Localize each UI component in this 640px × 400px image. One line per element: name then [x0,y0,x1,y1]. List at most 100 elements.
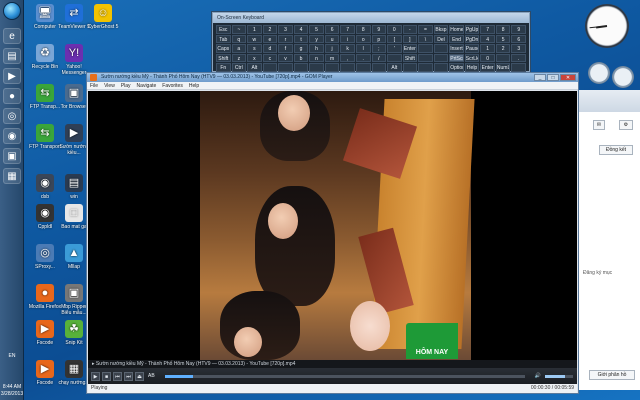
osk-key[interactable]: c [262,53,278,62]
osk-key[interactable]: f [278,44,293,53]
tray-time[interactable]: 8:44 AM [0,384,24,391]
close-button[interactable]: ✕ [560,74,576,81]
osk-key[interactable] [262,63,278,72]
next-button[interactable]: ⏭ [124,371,133,381]
osk-key[interactable]: PrtScn [449,53,464,62]
osk-key[interactable]: 7 [340,25,355,34]
seek-bar[interactable] [164,374,525,378]
previous-button[interactable]: ⏮ [113,371,122,381]
osk-key[interactable]: . [511,53,526,62]
osk-key[interactable]: o [355,34,371,43]
menu-item-favorites[interactable]: Favorites [162,82,183,89]
osk-key[interactable]: 1 [247,25,262,34]
osk-key[interactable] [418,53,433,62]
osk-key[interactable]: k [340,44,355,53]
ie-icon[interactable]: e [3,28,21,44]
osk-key[interactable]: , [340,53,355,62]
taskbar-app-icon-3[interactable]: ▣ [3,148,21,164]
osk-key[interactable]: w [247,34,262,43]
osk-key[interactable] [278,63,293,72]
media-icon[interactable]: ▶ [3,68,21,84]
osk-key[interactable]: x [247,53,262,62]
video-area[interactable]: HÔM NAY [88,91,577,360]
open-file-button[interactable]: ⏏ [135,371,144,381]
osk-key[interactable]: g [293,44,309,53]
volume-slider[interactable] [545,374,573,378]
osk-key[interactable]: b [293,53,309,62]
osk-key[interactable] [418,44,433,53]
osk-key[interactable] [340,63,355,72]
menu-item-play[interactable]: Play [121,82,131,89]
osk-key[interactable]: Enter [402,44,418,53]
osk-key[interactable]: Tab [216,34,231,43]
osk-key[interactable] [293,63,309,72]
osk-key[interactable]: 8 [355,25,371,34]
osk-key[interactable] [433,53,449,62]
menu-item-view[interactable]: View [104,82,115,89]
menu-item-help[interactable]: Help [189,82,199,89]
menu-item-navigate[interactable]: Navigate [137,82,157,89]
osk-key[interactable]: ; [371,44,387,53]
stop-button[interactable]: ■ [102,371,111,381]
osk-key[interactable] [402,63,418,72]
osk-key[interactable]: z [231,53,247,62]
osk-key[interactable] [387,53,402,62]
osk-key[interactable]: ScrLk [464,53,480,62]
osk-key[interactable]: h [309,44,324,53]
browser-bottom-button[interactable]: Giới phân hồ [589,370,635,380]
menu-item-file[interactable]: File [90,82,98,89]
osk-key[interactable] [495,53,511,62]
osk-key[interactable]: NumLock [495,63,511,72]
osk-key[interactable]: p [371,34,387,43]
osk-key[interactable]: End [449,34,464,43]
osk-key[interactable]: 5 [495,34,511,43]
explorer-icon[interactable]: ▤ [3,48,21,64]
pause-button[interactable]: ▶ [91,371,100,381]
osk-key[interactable]: i [340,34,355,43]
volume-icon[interactable]: 🔊 [533,372,543,381]
osk-key[interactable]: 6 [324,25,340,34]
osk-key[interactable]: s [247,44,262,53]
osk-key[interactable]: - [402,25,418,34]
osk-key[interactable]: [ [387,34,402,43]
osk-key[interactable]: Options [449,63,464,72]
osk-key[interactable]: Fn [216,63,231,72]
osk-key[interactable]: 0 [387,25,402,34]
osk-key[interactable]: 7 [480,25,495,34]
osk-key[interactable] [324,63,340,72]
osk-key[interactable]: Esc [216,25,231,34]
osk-key[interactable]: 9 [511,25,526,34]
tray-date[interactable]: 3/28/2013 [0,391,24,398]
osk-key[interactable]: 6 [511,34,526,43]
osk-key[interactable]: a [231,44,247,53]
browser-icon-button[interactable]: ✉ [593,120,605,130]
media-player-window[interactable]: Sườn nướng kiều Mỹ - Thành Phố Hôm Nay (… [86,72,579,394]
osk-key[interactable]: Pause [464,44,480,53]
osk-key[interactable] [309,63,324,72]
osk-key[interactable]: Alt [387,63,402,72]
osk-key[interactable]: Home [449,25,464,34]
osk-key[interactable]: . [355,53,371,62]
osk-key[interactable]: PgDn [464,34,480,43]
osk-key[interactable]: 4 [480,34,495,43]
desktop-icon-cybershot[interactable]: ☺ CyberGhost 5 [86,4,120,30]
osk-key[interactable]: ] [402,34,418,43]
osk-key[interactable]: ' [387,44,402,53]
osk-key[interactable]: d [262,44,278,53]
minimize-button[interactable]: _ [534,74,546,81]
osk-key[interactable]: = [418,25,433,34]
osk-key[interactable]: Ctrl [231,63,247,72]
osk-key[interactable]: Enter [480,63,495,72]
osk-key[interactable]: \ [418,34,433,43]
osk-key[interactable]: m [324,53,340,62]
osk-key[interactable]: y [309,34,324,43]
taskbar-app-icon[interactable]: ◎ [3,108,21,124]
osk-key[interactable]: / [371,53,387,62]
start-button[interactable] [3,2,21,20]
osk-key[interactable]: Del [433,34,449,43]
on-screen-keyboard[interactable]: On-Screen Keyboard Esc ~1 2 3 4 5 6 7 8 9 0- = Bksp H… [212,12,530,72]
maximize-button[interactable]: □ [547,74,559,81]
osk-key[interactable]: v [278,53,293,62]
osk-key[interactable]: q [231,34,247,43]
osk-key[interactable] [418,63,433,72]
